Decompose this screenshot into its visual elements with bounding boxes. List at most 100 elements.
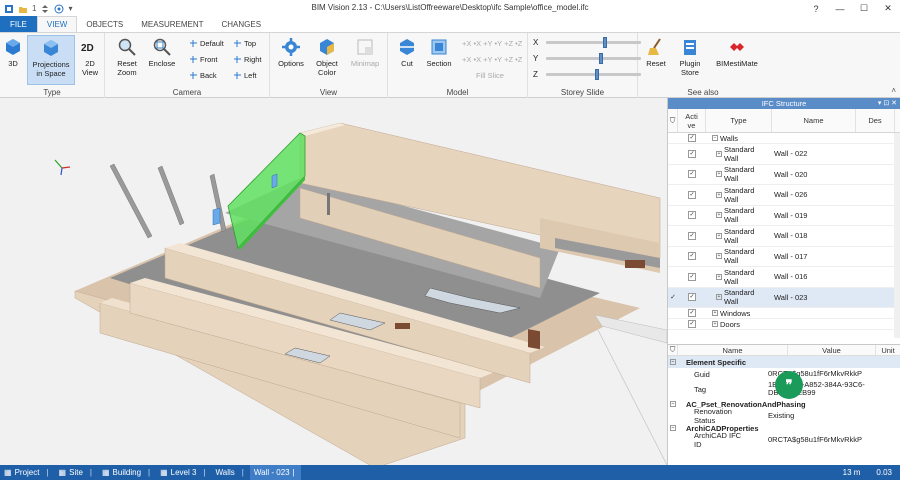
expand-icon[interactable]: + [716, 191, 722, 198]
active-checkbox[interactable]: ✓ [688, 272, 696, 281]
active-checkbox[interactable]: ✓ [688, 170, 696, 179]
slider-x-thumb[interactable] [603, 37, 608, 48]
expand-icon[interactable]: + [716, 171, 722, 178]
right-view-button[interactable]: Right [233, 55, 262, 64]
expand-icon[interactable]: + [712, 310, 718, 316]
collapse-icon[interactable]: − [712, 135, 718, 141]
3d-button[interactable]: 3D [2, 37, 24, 68]
left-view-button[interactable]: Left [233, 71, 257, 80]
props-header-name[interactable]: Name [678, 345, 788, 355]
tree-row-doors[interactable]: ✓ + Doors [668, 319, 900, 330]
reset-zoom-button[interactable]: Reset Zoom [111, 37, 143, 77]
enclose-button[interactable]: Enclose [145, 37, 179, 68]
breadcrumb-current-wall[interactable]: Wall - 023 | [249, 465, 301, 480]
expand-icon[interactable]: + [716, 150, 722, 157]
2d-view-button[interactable]: 2D 2D View [78, 37, 102, 77]
section-button[interactable]: Section [424, 37, 454, 68]
tree-row-wall[interactable]: ✓ + Standard Wall Wall - 022 [668, 144, 900, 165]
3d-viewport[interactable] [0, 98, 667, 465]
breadcrumb-level[interactable]: ▦ Level 3 | [156, 465, 211, 480]
props-header-value[interactable]: Value [788, 345, 876, 355]
axis-plus-minus-row-1[interactable]: +X •X +Y •Y +Z •Z [462, 39, 522, 48]
back-view-button[interactable]: Back [189, 71, 217, 80]
tree-row-walls[interactable]: ✓ − Walls [668, 133, 900, 144]
tree-row-wall[interactable]: ✓ + Standard Wall Wall - 017 [668, 247, 900, 267]
tree-row-wall[interactable]: ✓ + Standard Wall Wall - 020 [668, 165, 900, 185]
tab-view[interactable]: VIEW [36, 16, 78, 32]
breadcrumb-walls[interactable]: Walls | [212, 465, 250, 480]
front-view-button[interactable]: Front [189, 55, 218, 64]
expand-icon[interactable]: + [716, 212, 722, 219]
expand-icon[interactable]: + [716, 232, 722, 239]
spin-arrows-icon[interactable] [40, 4, 50, 14]
expand-icon[interactable]: + [716, 294, 722, 301]
expand-icon[interactable]: + [716, 273, 722, 280]
active-checkbox[interactable]: ✓ [688, 231, 696, 240]
projections-in-space-button[interactable]: Projections in Space [27, 35, 75, 85]
header-active[interactable]: Acti ve [678, 109, 706, 132]
active-checkbox[interactable]: ✓ [688, 211, 696, 220]
panel-pin-close-icon[interactable]: ▾ ⊡ ✕ [878, 98, 897, 109]
section-element-specific[interactable]: − Element Specific [668, 356, 900, 368]
help-icon[interactable]: ? [804, 0, 828, 17]
active-checkbox[interactable]: ✓ [688, 134, 696, 142]
tree-row-wall-selected[interactable]: ✓ ✓ + Standard Wall Wall - 023 [668, 287, 900, 308]
fill-slice-button[interactable]: Fill Slice [476, 71, 504, 80]
tree-row-wall[interactable]: ✓ + Standard Wall Wall - 018 [668, 226, 900, 247]
collapse-icon[interactable]: − [670, 359, 676, 365]
prop-row-renovation-status[interactable]: Renovation Status Existing [668, 407, 900, 425]
active-checkbox[interactable]: ✓ [688, 320, 696, 328]
breadcrumb-site[interactable]: ▦ Site | [55, 465, 98, 480]
maximize-icon[interactable]: ☐ [852, 0, 876, 17]
open-folder-icon[interactable] [18, 4, 28, 14]
expand-icon[interactable]: + [716, 253, 722, 260]
tree-scrollbar[interactable] [894, 133, 900, 338]
object-color-button[interactable]: Object Color [312, 37, 342, 77]
props-flag-icon[interactable]: ⛉ [668, 345, 678, 355]
active-checkbox[interactable]: ✓ [688, 190, 696, 199]
close-icon[interactable]: ✕ [876, 0, 900, 17]
top-view-button[interactable]: Top [233, 39, 256, 48]
active-checkbox[interactable]: ✓ [688, 252, 696, 261]
props-header-unit[interactable]: Unit [876, 345, 900, 355]
slider-z[interactable] [545, 69, 641, 80]
tree-row-wall[interactable]: ✓ + Standard Wall Wall - 026 [668, 185, 900, 206]
reset-button[interactable]: Reset [642, 37, 670, 68]
header-flag-icon[interactable]: ⛉ [668, 109, 678, 132]
expand-icon[interactable]: + [712, 321, 718, 327]
group-label-camera: Camera [172, 88, 202, 97]
header-name[interactable]: Name [772, 109, 856, 132]
active-checkbox[interactable]: ✓ [688, 149, 696, 158]
tab-file[interactable]: FILE [0, 16, 37, 32]
active-checkbox[interactable]: ✓ [688, 309, 696, 317]
slider-y-thumb[interactable] [598, 53, 603, 64]
breadcrumb-building[interactable]: ▦ Building | [98, 465, 156, 480]
tab-changes[interactable]: CHANGES [213, 16, 271, 32]
bimestimate-button[interactable]: BIMestiMate [712, 37, 762, 68]
minimap-button[interactable]: Minimap [346, 37, 384, 68]
tab-objects[interactable]: OBJECTS [77, 16, 132, 32]
plugin-store-button[interactable]: Plugin Store [676, 37, 704, 77]
tab-measurement[interactable]: MEASUREMENT [132, 16, 212, 32]
axis-plus-minus-row-2[interactable]: +X •X +Y •Y +Z •Z [462, 55, 522, 64]
slider-z-thumb[interactable] [595, 69, 600, 80]
cut-button[interactable]: Cut [394, 37, 420, 68]
chat-bubble-icon[interactable]: ❞ [775, 371, 803, 399]
prop-row-archicad-ifc-id[interactable]: ArchiCAD IFC ID 0RCTA$g58u1fF6rMkvRkkP [668, 431, 900, 449]
options-button[interactable]: Options [276, 37, 306, 68]
header-type[interactable]: Type [706, 109, 772, 132]
tree-row-windows[interactable]: ✓ + Windows [668, 308, 900, 319]
slider-y[interactable] [546, 53, 642, 64]
default-view-button[interactable]: Default [189, 39, 224, 48]
target-icon[interactable] [54, 4, 64, 14]
minimize-icon[interactable]: — [828, 0, 852, 17]
active-checkbox[interactable]: ✓ [688, 293, 696, 302]
qa-dropdown-icon[interactable]: ▾ [68, 4, 72, 13]
breadcrumb-project[interactable]: ▦ Project | [0, 465, 55, 480]
header-desc[interactable]: Des [856, 109, 895, 132]
slider-x[interactable] [546, 37, 642, 48]
tree-row-wall[interactable]: ✓ + Standard Wall Wall - 016 [668, 267, 900, 288]
tree-row-wall[interactable]: ✓ + Standard Wall Wall - 019 [668, 206, 900, 226]
collapse-ribbon-icon[interactable]: ˄ [891, 86, 896, 95]
qa-number[interactable]: 1 [32, 4, 36, 13]
